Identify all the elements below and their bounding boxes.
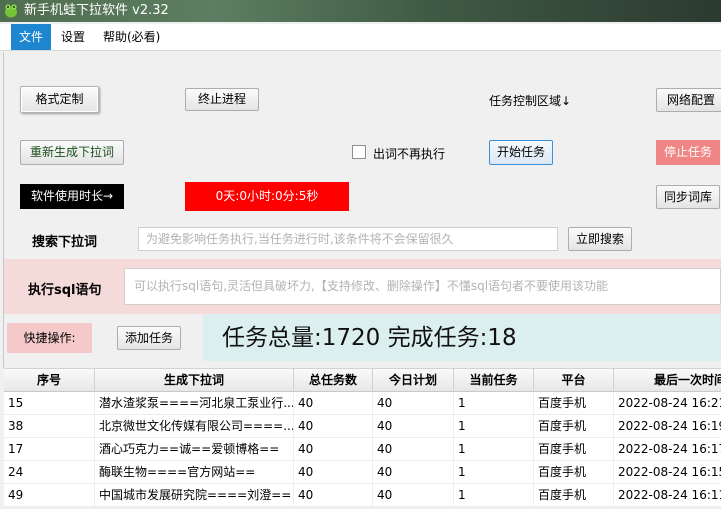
sql-label: 执行sql语句 [28,283,102,298]
cell-current: 1 [454,484,534,506]
column-header-keyword[interactable]: 生成下拉词 [95,368,294,392]
column-header-today-plan[interactable]: 今日计划 [373,368,454,392]
cell-platform: 百度手机 [534,392,614,414]
cell-last-time: 2022-08-24 16:17: [614,438,721,460]
task-summary: 任务总量:1720 完成任务:18 [222,325,517,351]
cell-platform: 百度手机 [534,484,614,506]
cell-platform: 百度手机 [534,461,614,483]
cell-keyword: 潜水渣浆泵====河北泉工泵业行... [95,392,294,414]
sync-dictionary-button[interactable]: 同步词库 [656,185,720,209]
network-config-button[interactable]: 网络配置 [656,88,721,112]
window-title: 新手机蛙下拉软件 v2.32 [24,3,169,18]
cell-total: 40 [294,415,373,437]
cell-id: 49 [4,484,95,506]
cell-today-plan: 40 [373,438,454,460]
cell-last-time: 2022-08-24 16:21: [614,392,721,414]
stop-process-button[interactable]: 终止进程 [185,88,259,111]
column-header-platform[interactable]: 平台 [534,368,614,392]
cell-id: 24 [4,461,95,483]
task-area-label: 任务控制区域↓ [489,94,572,108]
cell-current: 1 [454,392,534,414]
column-header-current[interactable]: 当前任务 [454,368,534,392]
column-header-id[interactable]: 序号 [4,368,95,392]
regenerate-button[interactable]: 重新生成下拉词 [20,140,124,165]
cell-today-plan: 40 [373,415,454,437]
cell-total: 40 [294,438,373,460]
usage-time-value: 0天:0小时:0分:5秒 [185,182,349,211]
cell-total: 40 [294,392,373,414]
cell-id: 38 [4,415,95,437]
column-header-last-time[interactable]: 最后一次时间 [614,368,721,392]
cell-keyword: 北京微世文化传媒有限公司====... [95,415,294,437]
cell-id: 17 [4,438,95,460]
sql-input[interactable]: 可以执行sql语句,灵活但具破坏力,【支持修改、删除操作】不懂sql语句者不要使… [124,268,721,305]
quick-ops-label: 快捷操作: [7,323,92,353]
menu-settings[interactable]: 设置 [53,24,93,50]
cell-today-plan: 40 [373,461,454,483]
cell-total: 40 [294,484,373,506]
stop-task-button[interactable]: 停止任务 [656,140,720,165]
cell-current: 1 [454,415,534,437]
cell-current: 1 [454,461,534,483]
cell-today-plan: 40 [373,484,454,506]
cell-keyword: 酶联生物====官方网站== [95,461,294,483]
menu-file[interactable]: 文件 [11,24,52,50]
cell-last-time: 2022-08-24 16:11: [614,484,721,506]
usage-time-label: 软件使用时长→ [20,184,124,209]
cell-last-time: 2022-08-24 16:19: [614,415,721,437]
cell-platform: 百度手机 [534,438,614,460]
search-label: 搜索下拉词 [32,235,98,250]
cell-total: 40 [294,461,373,483]
add-task-button[interactable]: 添加任务 [117,326,181,350]
cell-last-time: 2022-08-24 16:15: [614,461,721,483]
no-repeat-checkbox-label: 出词不再执行 [373,147,446,161]
search-now-button[interactable]: 立即搜索 [568,227,632,251]
format-custom-button[interactable]: 格式定制 [20,86,99,113]
column-header-total[interactable]: 总任务数 [294,368,373,392]
cell-keyword: 酒心巧克力==诚==爱顿博格== [95,438,294,460]
start-task-button[interactable]: 开始任务 [489,140,553,165]
cell-platform: 百度手机 [534,415,614,437]
frog-app-icon [5,4,17,18]
cell-current: 1 [454,438,534,460]
menu-help[interactable]: 帮助(必看) [95,24,168,50]
search-input[interactable]: 为避免影响任务执行,当任务进行时,该条件将不会保留很久 [138,227,558,251]
cell-keyword: 中国城市发展研究院====刘澄== [95,484,294,506]
no-repeat-checkbox[interactable] [352,145,366,159]
cell-today-plan: 40 [373,392,454,414]
cell-id: 15 [4,392,95,414]
